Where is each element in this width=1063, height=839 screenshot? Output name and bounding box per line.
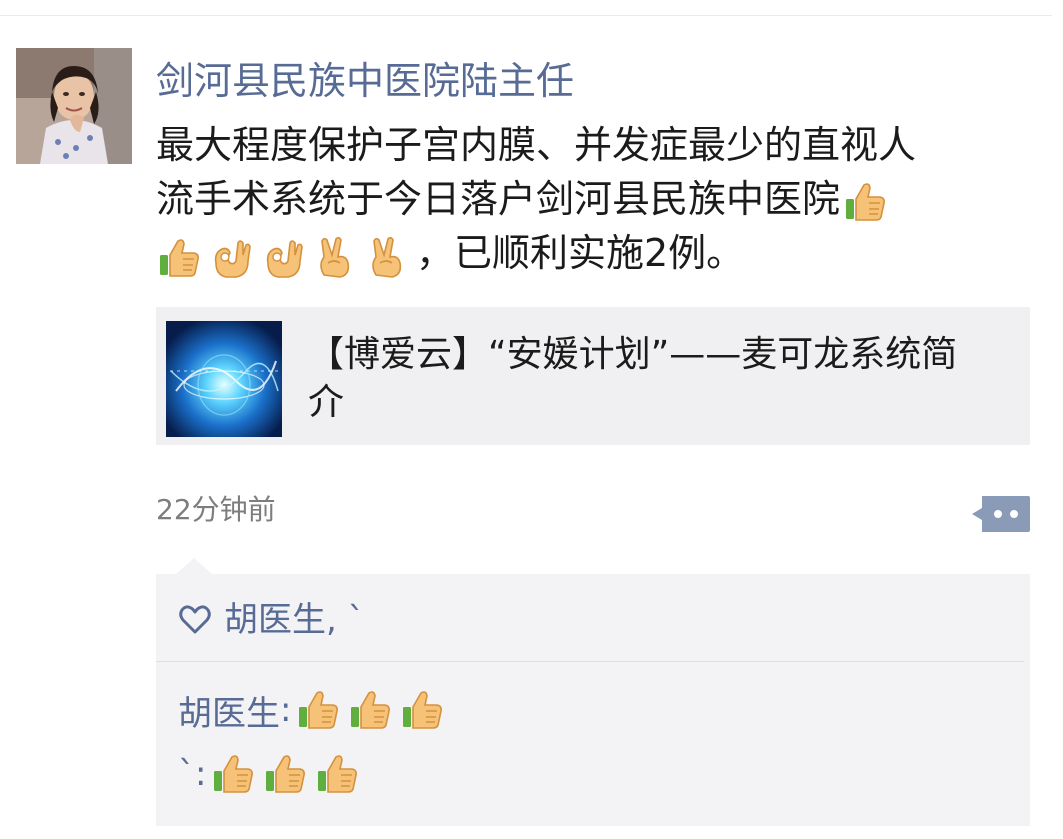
post-timestamp: 22分钟前: [156, 493, 276, 526]
ok-hand-emoji-icon: [208, 235, 254, 281]
ok-hand-emoji-icon: [260, 235, 306, 281]
shared-link-card[interactable]: 【博爱云】“安媛计划”——麦可龙系统简 介: [156, 307, 1030, 445]
top-divider: [0, 15, 1063, 16]
thumbs-up-emoji-icon: [314, 751, 360, 797]
post-author-name[interactable]: 剑河县民族中医院陆主任: [156, 58, 574, 104]
more-dots-icon: [972, 496, 1030, 532]
comment-author[interactable]: 胡医生: [178, 686, 280, 735]
comment-item[interactable]: 胡医生 :: [178, 684, 451, 736]
comment-separator: :: [280, 690, 292, 730]
likes-comments-panel: 胡医生, ` 胡医生 : ` :: [156, 574, 1030, 826]
likes-row: 胡医生, `: [178, 594, 365, 646]
link-title-line-2: 介: [308, 382, 345, 423]
thumbs-up-emoji-icon: [842, 179, 888, 225]
comment-author[interactable]: `: [178, 754, 195, 794]
victory-hand-emoji-icon: [312, 235, 358, 281]
post-text: 最大程度保护子宫内膜、并发症最少的直视人 流手术系统于今日落户剑河县民族中医院 …: [156, 118, 1036, 280]
post-text-line-1: 最大程度保护子宫内膜、并发症最少的直视人: [156, 123, 917, 167]
link-thumbnail: [166, 321, 282, 437]
comment-box-pointer: [176, 558, 212, 574]
thumbs-up-emoji-icon: [262, 751, 308, 797]
light-swirl-image: [166, 321, 282, 437]
thumbs-up-emoji-icon: [295, 687, 341, 733]
comment-item[interactable]: ` :: [178, 748, 366, 800]
thumbs-up-emoji-icon: [156, 235, 202, 281]
post-text-line-3: ，已顺利实施2例。: [156, 226, 1036, 280]
post-text-line-2-text: 流手术系统于今日落户剑河县民族中医院: [156, 177, 841, 221]
avatar-photo: [16, 48, 132, 164]
comment-separator: :: [195, 754, 207, 794]
post-text-line-3-text: ，已顺利实施2例。: [416, 231, 745, 275]
link-title-line-1: 【博爱云】“安媛计划”——麦可龙系统简: [308, 334, 958, 375]
avatar[interactable]: [16, 48, 132, 164]
emoji-row: [156, 229, 416, 283]
thumbs-up-emoji-icon: [399, 687, 445, 733]
thumbs-up-emoji-icon: [347, 687, 393, 733]
likes-names[interactable]: 胡医生, `: [224, 598, 365, 642]
victory-hand-emoji-icon: [364, 235, 410, 281]
link-title[interactable]: 【博爱云】“安媛计划”——麦可龙系统简 介: [308, 331, 1008, 427]
screen-edge: [1052, 0, 1063, 839]
comment-divider: [156, 661, 1024, 662]
heart-icon: [179, 605, 211, 634]
comment-menu-button[interactable]: [970, 492, 1032, 536]
post-text-line-2: 流手术系统于今日落户剑河县民族中医院: [156, 172, 1036, 226]
thumbs-up-emoji-icon: [210, 751, 256, 797]
